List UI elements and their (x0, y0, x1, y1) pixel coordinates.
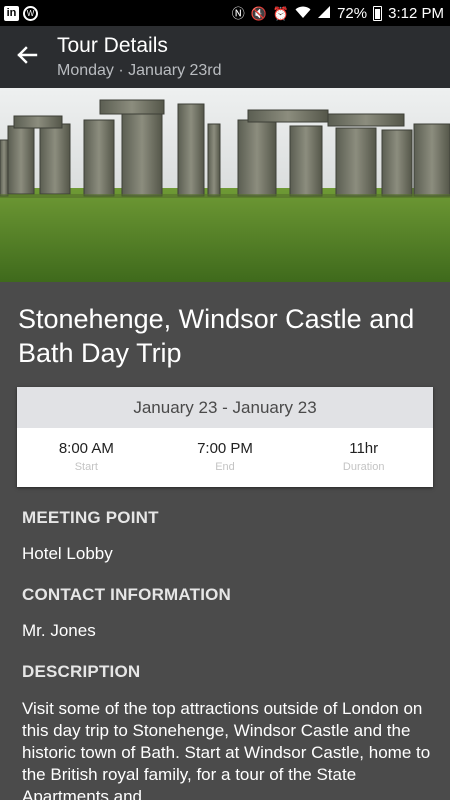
date-card: January 23 - January 23 8:00 AM Start 7:… (17, 387, 433, 487)
duration-label: Duration (342, 461, 385, 473)
alarm-icon: ⏰ (272, 5, 290, 21)
contact-heading: CONTACT INFORMATION (22, 585, 232, 604)
battery-percent: 72% (337, 4, 368, 22)
status-time: 3:12 PM (388, 4, 444, 22)
linkedin-icon: in (4, 5, 19, 21)
end-time-value: 7:00 PM (197, 440, 253, 457)
signal-icon (317, 5, 331, 21)
start-time-value: 8:00 AM (58, 440, 114, 457)
app-bar: Tour Details Monday · January 23rd (0, 26, 450, 88)
mute-icon: 🔇 (250, 5, 267, 21)
duration: 11hr Duration (294, 428, 433, 487)
meeting-point-heading: MEETING POINT (22, 508, 159, 527)
wordpress-icon: W (23, 5, 38, 21)
nfc-icon: Ⓝ (231, 5, 245, 21)
back-arrow-icon[interactable] (12, 40, 42, 70)
page-title: Tour Details (57, 34, 168, 57)
tour-hero-image (0, 88, 450, 282)
start-time-label: Start (74, 461, 98, 473)
contact-text: Mr. Jones (22, 621, 96, 640)
start-time: 8:00 AM Start (17, 428, 156, 487)
tour-title: Stonehenge, Windsor Castle and Bath Day … (18, 304, 415, 368)
date-range: January 23 - January 23 (17, 387, 433, 428)
end-time-label: End (215, 461, 235, 473)
duration-value: 11hr (349, 440, 379, 457)
description-heading: DESCRIPTION (22, 662, 141, 681)
end-time: 7:00 PM End (156, 428, 295, 487)
status-bar: in W Ⓝ 🔇 ⏰ 72% 3:12 PM (0, 0, 450, 26)
wifi-icon (295, 6, 311, 21)
description-text: Visit some of the top attractions outsid… (22, 699, 431, 800)
battery-icon (373, 5, 383, 21)
meeting-point-text: Hotel Lobby (22, 544, 113, 563)
page-subtitle: Monday · January 23rd (57, 62, 222, 79)
